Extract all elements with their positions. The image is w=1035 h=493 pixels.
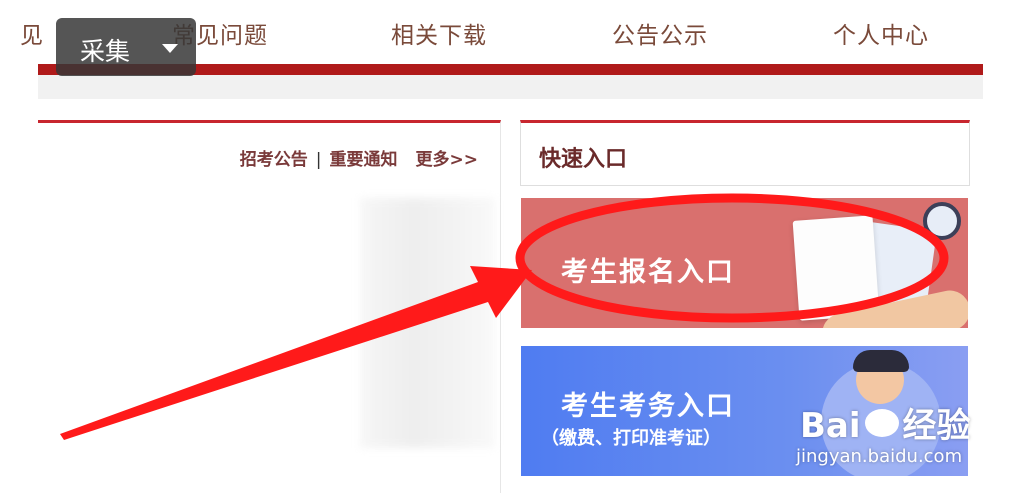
annotation-arrow	[60, 266, 532, 440]
highlight-ellipse	[515, 193, 949, 323]
watermark-brand-right: 经验	[902, 406, 971, 446]
baidu-paw-icon	[864, 409, 899, 437]
watermark-url: jingyan.baidu.com	[796, 446, 963, 467]
watermark-brand-left: Bai	[800, 406, 861, 446]
baidu-watermark: Bai 经验	[800, 398, 971, 447]
